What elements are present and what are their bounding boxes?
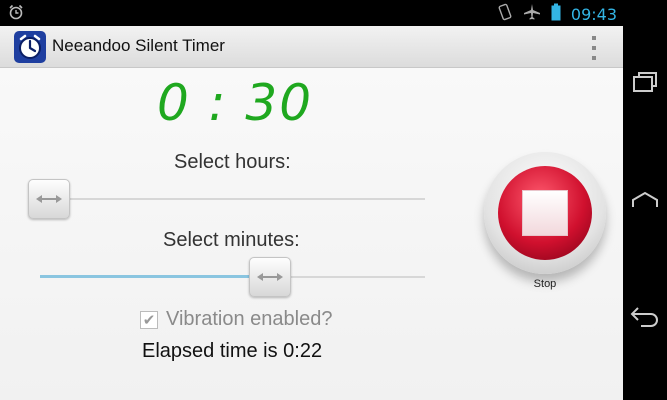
minutes-slider-fill [40,275,270,278]
vibration-label: Vibration enabled? [166,308,333,330]
status-time: 09:43 [570,4,617,24]
status-bar: 09:43 [0,0,623,26]
battery-icon [551,3,561,25]
overflow-menu-icon[interactable] [588,36,600,60]
stop-button-face[interactable] [498,166,592,260]
hours-slider-thumb[interactable] [28,179,70,219]
hours-slider-track[interactable] [40,198,425,200]
vibration-checkbox[interactable]: ✔ [140,310,158,329]
hours-label: Select hours: [174,151,291,173]
action-bar: Neeandoo Silent Timer [0,26,623,68]
vibration-toggle-row[interactable]: ✔ Vibration enabled? [140,308,332,331]
airplane-mode-icon [523,3,541,25]
timer-display: 0 : 30 [156,74,314,132]
stop-square-icon [522,190,568,236]
app-title: Neeandoo Silent Timer [52,36,225,55]
drag-arrows-icon [257,273,283,281]
app-window: Neeandoo Silent Timer 0 : 30 Select hour… [0,26,623,400]
vibrate-icon [497,3,513,25]
alarm-clock-icon [8,4,24,24]
stop-button-label: Stop [533,278,557,290]
minutes-slider-thumb[interactable] [249,257,291,297]
checkmark-icon: ✔ [142,310,156,329]
back-icon[interactable] [629,300,661,332]
elapsed-time-text: Elapsed time is 0:22 [142,340,323,362]
stop-button[interactable] [484,152,606,274]
recent-apps-icon[interactable] [629,66,661,98]
home-icon[interactable] [629,184,661,216]
minutes-label: Select minutes: [163,229,300,251]
drag-arrows-icon [36,195,62,203]
timer-app-icon[interactable] [14,31,46,63]
navigation-bar [623,0,667,400]
